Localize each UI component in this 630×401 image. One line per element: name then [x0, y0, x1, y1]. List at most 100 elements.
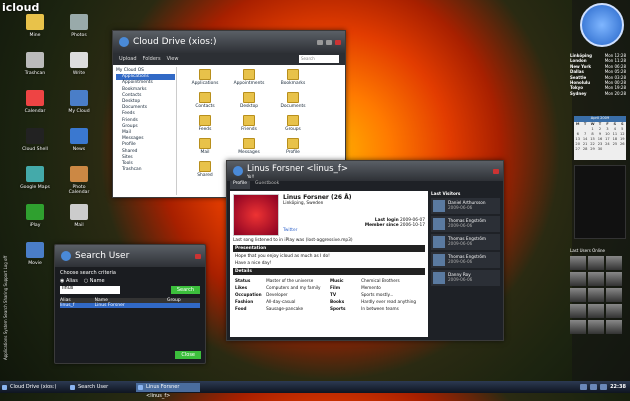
visitor-item[interactable]: Daniel Arthursson 2009-06-06	[431, 198, 500, 214]
folder-icon	[243, 69, 255, 80]
tray-icon[interactable]	[590, 384, 598, 390]
online-user-avatar[interactable]	[606, 272, 622, 286]
photo-filmstrip[interactable]	[574, 165, 626, 239]
desktop-icon[interactable]: Google Maps	[18, 166, 52, 190]
folder-label: Applications	[191, 81, 219, 86]
desktop-icon[interactable]: Mine	[18, 14, 52, 38]
detail-value: In between teams	[361, 306, 399, 311]
table-row[interactable]: linus_f Linus Forsner	[60, 303, 200, 308]
folder-item[interactable]: Profile	[271, 138, 315, 161]
desktop-icon-label: Photo Calendar	[68, 185, 90, 195]
vertical-menu[interactable]: Applications System Search Sharing Suppo…	[3, 250, 11, 360]
folder-item[interactable]: Bookmarks	[271, 69, 315, 92]
radio-alias[interactable]: ◉ Alias	[60, 278, 78, 284]
cloud-drive-titlebar[interactable]: Cloud Drive (xios:)	[113, 31, 345, 53]
folder-item[interactable]: Groups	[271, 115, 315, 138]
folder-icon	[287, 69, 299, 80]
desktop-icon[interactable]: Cloud Shell	[18, 128, 52, 152]
visitor-item[interactable]: Danny Roy 2009-06-06	[431, 270, 500, 286]
calendar-day[interactable]: 28	[581, 147, 588, 152]
world-clock-list: Linköping Mon 12:28 London Mon 11:28 New Yor…	[570, 53, 626, 96]
online-user-avatar[interactable]	[570, 256, 586, 270]
desktop-icon[interactable]: Photos	[62, 14, 96, 38]
online-user-avatar[interactable]	[570, 288, 586, 302]
folder-item[interactable]: Applications	[183, 69, 227, 92]
search-button[interactable]: Search	[170, 286, 200, 294]
visitor-item[interactable]: Thomas Engström 2009-06-06	[431, 252, 500, 268]
calendar-day[interactable]	[611, 147, 618, 152]
city-row: Sydney Mon 20:28	[570, 91, 626, 96]
desktop-icon[interactable]: Calendar	[18, 90, 52, 114]
system-tray: 22:38	[580, 384, 630, 390]
tab-profile[interactable]: Profile	[230, 181, 250, 189]
user-icon	[61, 251, 71, 261]
visitor-item[interactable]: Thomas Engström 2009-06-06	[431, 216, 500, 232]
desktop-icon[interactable]: My Cloud	[62, 90, 96, 114]
folder-item[interactable]: Friends	[227, 115, 271, 138]
search-user-titlebar[interactable]: Search User	[55, 245, 205, 267]
folder-item[interactable]: Appointments	[227, 69, 271, 92]
folder-icon	[287, 92, 299, 103]
twitter-link[interactable]: Twitter	[283, 228, 425, 233]
detail-row: Fashion All-day-casual Books Hardly ever re…	[235, 299, 423, 304]
tray-icon[interactable]	[600, 384, 608, 390]
minimize-button[interactable]	[317, 39, 323, 45]
app-icon	[70, 90, 88, 106]
profile-titlebar[interactable]: Linus Forsner <linus_f> Yo!!	[227, 161, 503, 181]
online-user-avatar[interactable]	[588, 272, 604, 286]
task-cloud-drive[interactable]: Cloud Drive (xios:)	[0, 383, 64, 392]
task-profile[interactable]: Linus Forsner <linus_f>	[136, 382, 200, 399]
online-user-avatar[interactable]	[588, 320, 604, 334]
search-input[interactable]: Search	[299, 55, 339, 63]
desktop-icon[interactable]: News	[62, 128, 96, 152]
desktop-icon[interactable]: Movie	[18, 242, 52, 266]
folder-item[interactable]: Feeds	[183, 115, 227, 138]
desktop-icon[interactable]: iPlay	[18, 204, 52, 228]
folder-item[interactable]: Messages	[227, 138, 271, 161]
close-button[interactable]	[335, 39, 341, 45]
online-user-avatar[interactable]	[606, 304, 622, 318]
online-user-avatar[interactable]	[570, 304, 586, 318]
online-user-avatar[interactable]	[588, 304, 604, 318]
online-user-avatar[interactable]	[606, 256, 622, 270]
tray-icon[interactable]	[580, 384, 588, 390]
upload-button[interactable]: Upload	[119, 56, 137, 62]
view-button[interactable]: View	[167, 56, 179, 62]
calendar-day[interactable]: 29	[589, 147, 596, 152]
online-user-avatar[interactable]	[570, 272, 586, 286]
desktop-icon[interactable]: Write	[62, 52, 96, 76]
calendar-day[interactable]	[604, 147, 611, 152]
tree-item[interactable]: Trashcan	[116, 167, 175, 173]
folders-button[interactable]: Folders	[143, 56, 161, 62]
radio-name[interactable]: ○ Name	[84, 278, 105, 284]
online-user-avatar[interactable]	[606, 320, 622, 334]
tab-guestbook[interactable]: Guestbook	[252, 181, 282, 189]
detail-key: Film	[329, 285, 341, 290]
desktop-icon[interactable]: Mail	[62, 204, 96, 228]
criteria-label: Choose search criteria	[60, 270, 116, 276]
folder-item[interactable]: Documents	[271, 92, 315, 115]
desktop-icon[interactable]: Photo Calendar	[62, 166, 96, 195]
folder-item[interactable]: Mail	[183, 138, 227, 161]
folder-item[interactable]: Shared	[183, 161, 227, 184]
calendar-day[interactable]: 27	[574, 147, 581, 152]
app-logo: icloud	[2, 1, 40, 14]
folder-item[interactable]: Desktop	[227, 92, 271, 115]
calendar-day[interactable]: 30	[596, 147, 603, 152]
close-button[interactable]	[493, 168, 499, 174]
close-button[interactable]	[195, 253, 201, 259]
close-dialog-button[interactable]: Close	[175, 351, 201, 359]
detail-key: Books	[329, 299, 345, 304]
desktop-icon[interactable]: Trashcan	[18, 52, 52, 76]
online-user-avatar[interactable]	[588, 256, 604, 270]
folder-item[interactable]: Contacts	[183, 92, 227, 115]
calendar-day[interactable]	[619, 147, 626, 152]
desktop-icon-label: Google Maps	[20, 185, 50, 190]
online-user-avatar[interactable]	[570, 320, 586, 334]
maximize-button[interactable]	[326, 39, 332, 45]
visitor-item[interactable]: Thomas Engström 2009-06-06	[431, 234, 500, 250]
online-user-avatar[interactable]	[588, 288, 604, 302]
task-search-user[interactable]: Search User	[68, 383, 132, 392]
online-user-avatar[interactable]	[606, 288, 622, 302]
search-query-input[interactable]: linus	[60, 286, 120, 294]
